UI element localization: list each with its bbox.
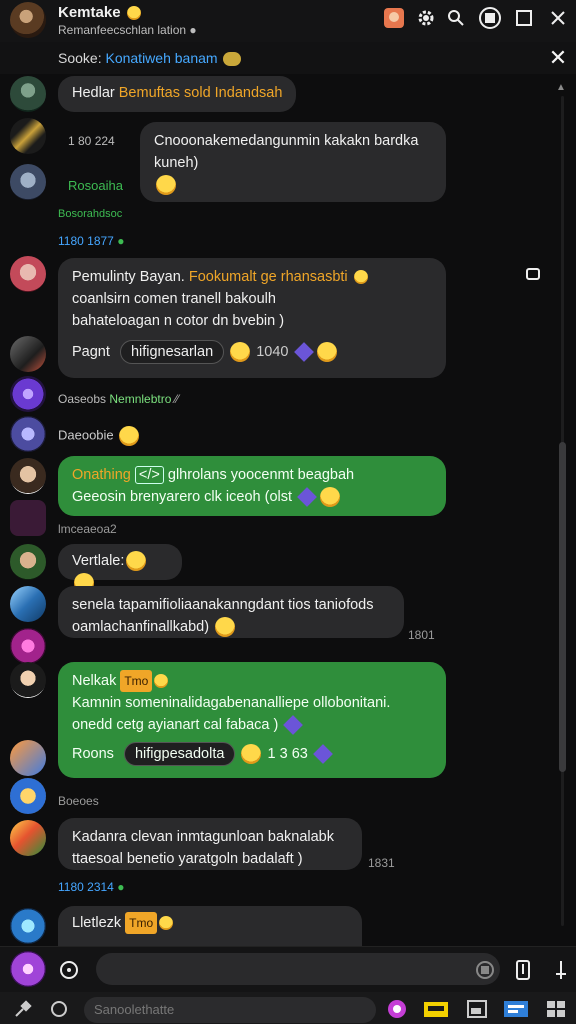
message-text: Cnooonakemedangunmin kakakn bardka kuneh… <box>154 133 419 171</box>
message-title: Nelkak Tmo <box>72 670 432 692</box>
message-bubble[interactable]: Hedlar Bemuftas sold Indandsah <box>58 76 297 112</box>
reply-row: Pagnt hifignesarlan 1040 <box>72 340 432 364</box>
message-bubble[interactable]: senela tapamifioliaanakanngdant tios tan… <box>58 586 404 638</box>
avatar[interactable] <box>10 820 46 856</box>
profile-icon[interactable] <box>380 4 408 32</box>
more-icon[interactable] <box>550 959 572 981</box>
message-meta: Boeoes <box>58 794 99 808</box>
stop-icon[interactable] <box>476 4 504 32</box>
avatar[interactable] <box>10 416 46 452</box>
close-chat-icon[interactable]: ✕ <box>546 46 570 70</box>
reply-row: Roons hifigpesadolta 1 3 63 <box>72 742 432 766</box>
window-subtitle: Remanfeecschlan lation ● <box>58 23 197 37</box>
message-meta: Bosorahdsoc <box>58 208 123 220</box>
reply-pill[interactable]: hifigpesadolta <box>123 742 236 766</box>
emoji-icon[interactable] <box>48 998 70 1020</box>
avatar[interactable] <box>10 628 46 664</box>
message-text: Onathing </> glhrolans yoocenmt beagbah <box>72 466 355 484</box>
scrollbar[interactable]: ▲ <box>556 82 568 942</box>
avatar-icon[interactable] <box>10 2 46 38</box>
phone-icon[interactable] <box>512 959 534 981</box>
emoji-icon <box>156 175 176 196</box>
avatar[interactable] <box>10 376 46 412</box>
message-text: bahateloagan n cotor dn bvebin ) <box>72 313 285 329</box>
avatar[interactable] <box>10 76 46 112</box>
avatar[interactable] <box>10 544 46 580</box>
message-meta: 1180 2314 ● <box>58 880 125 894</box>
message-bubble[interactable]: Lletlezk Tmo <box>58 906 362 946</box>
scroll-up-icon[interactable]: ▲ <box>556 82 566 93</box>
message-text: senela tapamifioliaanakanngdant tios tan… <box>72 597 374 613</box>
message-text-highlight: Bemuftas sold Indandsah <box>118 85 283 101</box>
message-bubble[interactable]: Kadanra clevan inmtagunloan baknalabk tt… <box>58 818 362 870</box>
sticker-icon[interactable] <box>474 959 496 981</box>
bottom-search-input[interactable]: Sanoolethatte <box>84 997 376 1023</box>
avatar[interactable] <box>10 662 46 698</box>
emoji-icon[interactable] <box>58 959 80 981</box>
message-title: Lletlezk Tmo <box>72 912 348 934</box>
message-bubble-own[interactable]: Nelkak Tmo Kamnin someninalidagabenanalli… <box>58 662 446 778</box>
app-icon[interactable] <box>502 998 530 1020</box>
message-text: Hedlar <box>72 85 115 101</box>
message-meta: 1180 1877 ● <box>58 234 125 248</box>
message-text: Vertlale: <box>72 553 125 569</box>
title-bar: Kemtake Remanfeecschlan lation ● <box>0 0 576 42</box>
message-title: Pemulinty Bayan. Fookumalt ge rhansasbti <box>72 266 432 288</box>
avatar[interactable] <box>10 500 46 536</box>
message-text: ttaesoal benetio yaratgoln badalaft ) <box>72 851 303 867</box>
window-icon[interactable] <box>466 998 488 1020</box>
reply-pill[interactable]: hifignesarlan <box>119 340 225 364</box>
message-text: oamlachanfinallkabd) <box>72 616 390 638</box>
sender-line: Oaseobs Nemnlebtro ⁄⁄ <box>58 392 179 406</box>
sender-name: Rosoaiha <box>68 178 123 193</box>
avatar[interactable] <box>10 164 46 200</box>
avatar[interactable] <box>10 908 46 944</box>
message-meta: lmceaeoa2 <box>58 522 117 536</box>
folder-icon[interactable] <box>422 998 450 1020</box>
maximize-icon[interactable] <box>510 4 538 32</box>
message-text: Geeosin brenyarero clk iceoh (olst <box>72 486 432 508</box>
chat-header-label: Sooke: Konatiweh banam <box>58 50 243 67</box>
message-input[interactable] <box>96 953 500 985</box>
message-time: 1831 <box>368 856 395 870</box>
avatar-icon[interactable] <box>10 951 46 987</box>
avatar[interactable] <box>10 458 46 494</box>
settings-icon[interactable] <box>412 4 440 32</box>
message-text: Daeoobie <box>58 426 141 446</box>
message-bubble[interactable]: Vertlale: <box>58 544 182 594</box>
avatar[interactable] <box>10 256 46 292</box>
avatar[interactable] <box>10 586 46 622</box>
pin-icon[interactable] <box>12 998 34 1020</box>
grid-icon[interactable] <box>544 998 568 1020</box>
window-title: Kemtake <box>58 4 143 21</box>
close-icon[interactable] <box>544 4 572 32</box>
message-bubble-own[interactable]: Onathing </> glhrolans yoocenmt beagbah … <box>58 456 446 516</box>
chat-header: Sooke: Konatiweh banam <box>0 42 576 74</box>
message-bubble[interactable]: Cnooonakemedangunmin kakakn bardka kuneh… <box>140 122 446 202</box>
message-text: Kadanra clevan inmtagunloan baknalabk <box>72 829 334 845</box>
avatar[interactable] <box>10 778 46 814</box>
message-text: Kamnin someninalidagabenanalliepe ollobo… <box>72 695 391 711</box>
message-text: onedd cetg ayianart cal fabaca ) <box>72 714 432 736</box>
search-icon[interactable] <box>442 4 470 32</box>
message-time: 1 80 224 <box>68 134 115 148</box>
scroll-thumb[interactable] <box>559 442 566 772</box>
avatar[interactable] <box>10 118 46 154</box>
message-time: 1801 <box>408 628 435 642</box>
taskbar: Sanoolethatte <box>0 992 576 1024</box>
message-icon[interactable] <box>524 266 542 284</box>
message-text: coanlsirn comen tranell bakoulh <box>72 291 276 307</box>
message-bubble[interactable]: Pemulinty Bayan. Fookumalt ge rhansasbti… <box>58 258 446 378</box>
composer <box>0 946 576 992</box>
circle-icon[interactable] <box>386 998 408 1020</box>
avatar[interactable] <box>10 740 46 776</box>
avatar[interactable] <box>10 336 46 372</box>
